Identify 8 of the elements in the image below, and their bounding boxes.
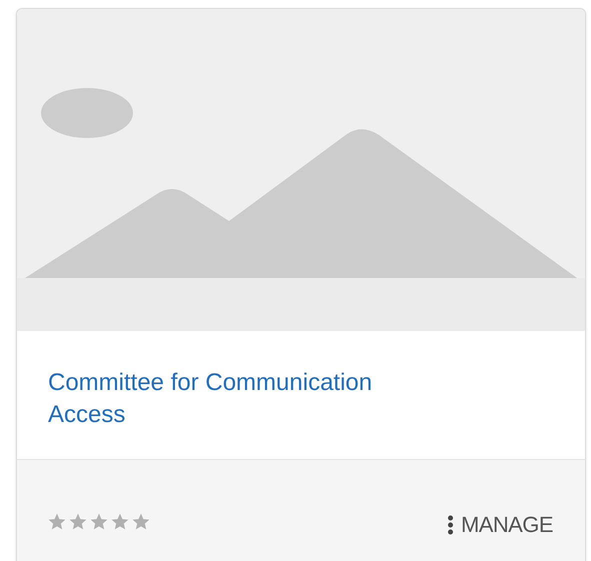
star-icon <box>110 512 130 532</box>
star-icon <box>47 512 67 532</box>
manage-button[interactable]: MANAGE <box>448 508 553 541</box>
star-icon <box>131 512 151 532</box>
kebab-icon <box>448 514 453 534</box>
card-title-link[interactable]: Committee for Communication Access <box>48 367 438 431</box>
star-icon <box>68 512 88 532</box>
star-icon <box>89 512 109 532</box>
